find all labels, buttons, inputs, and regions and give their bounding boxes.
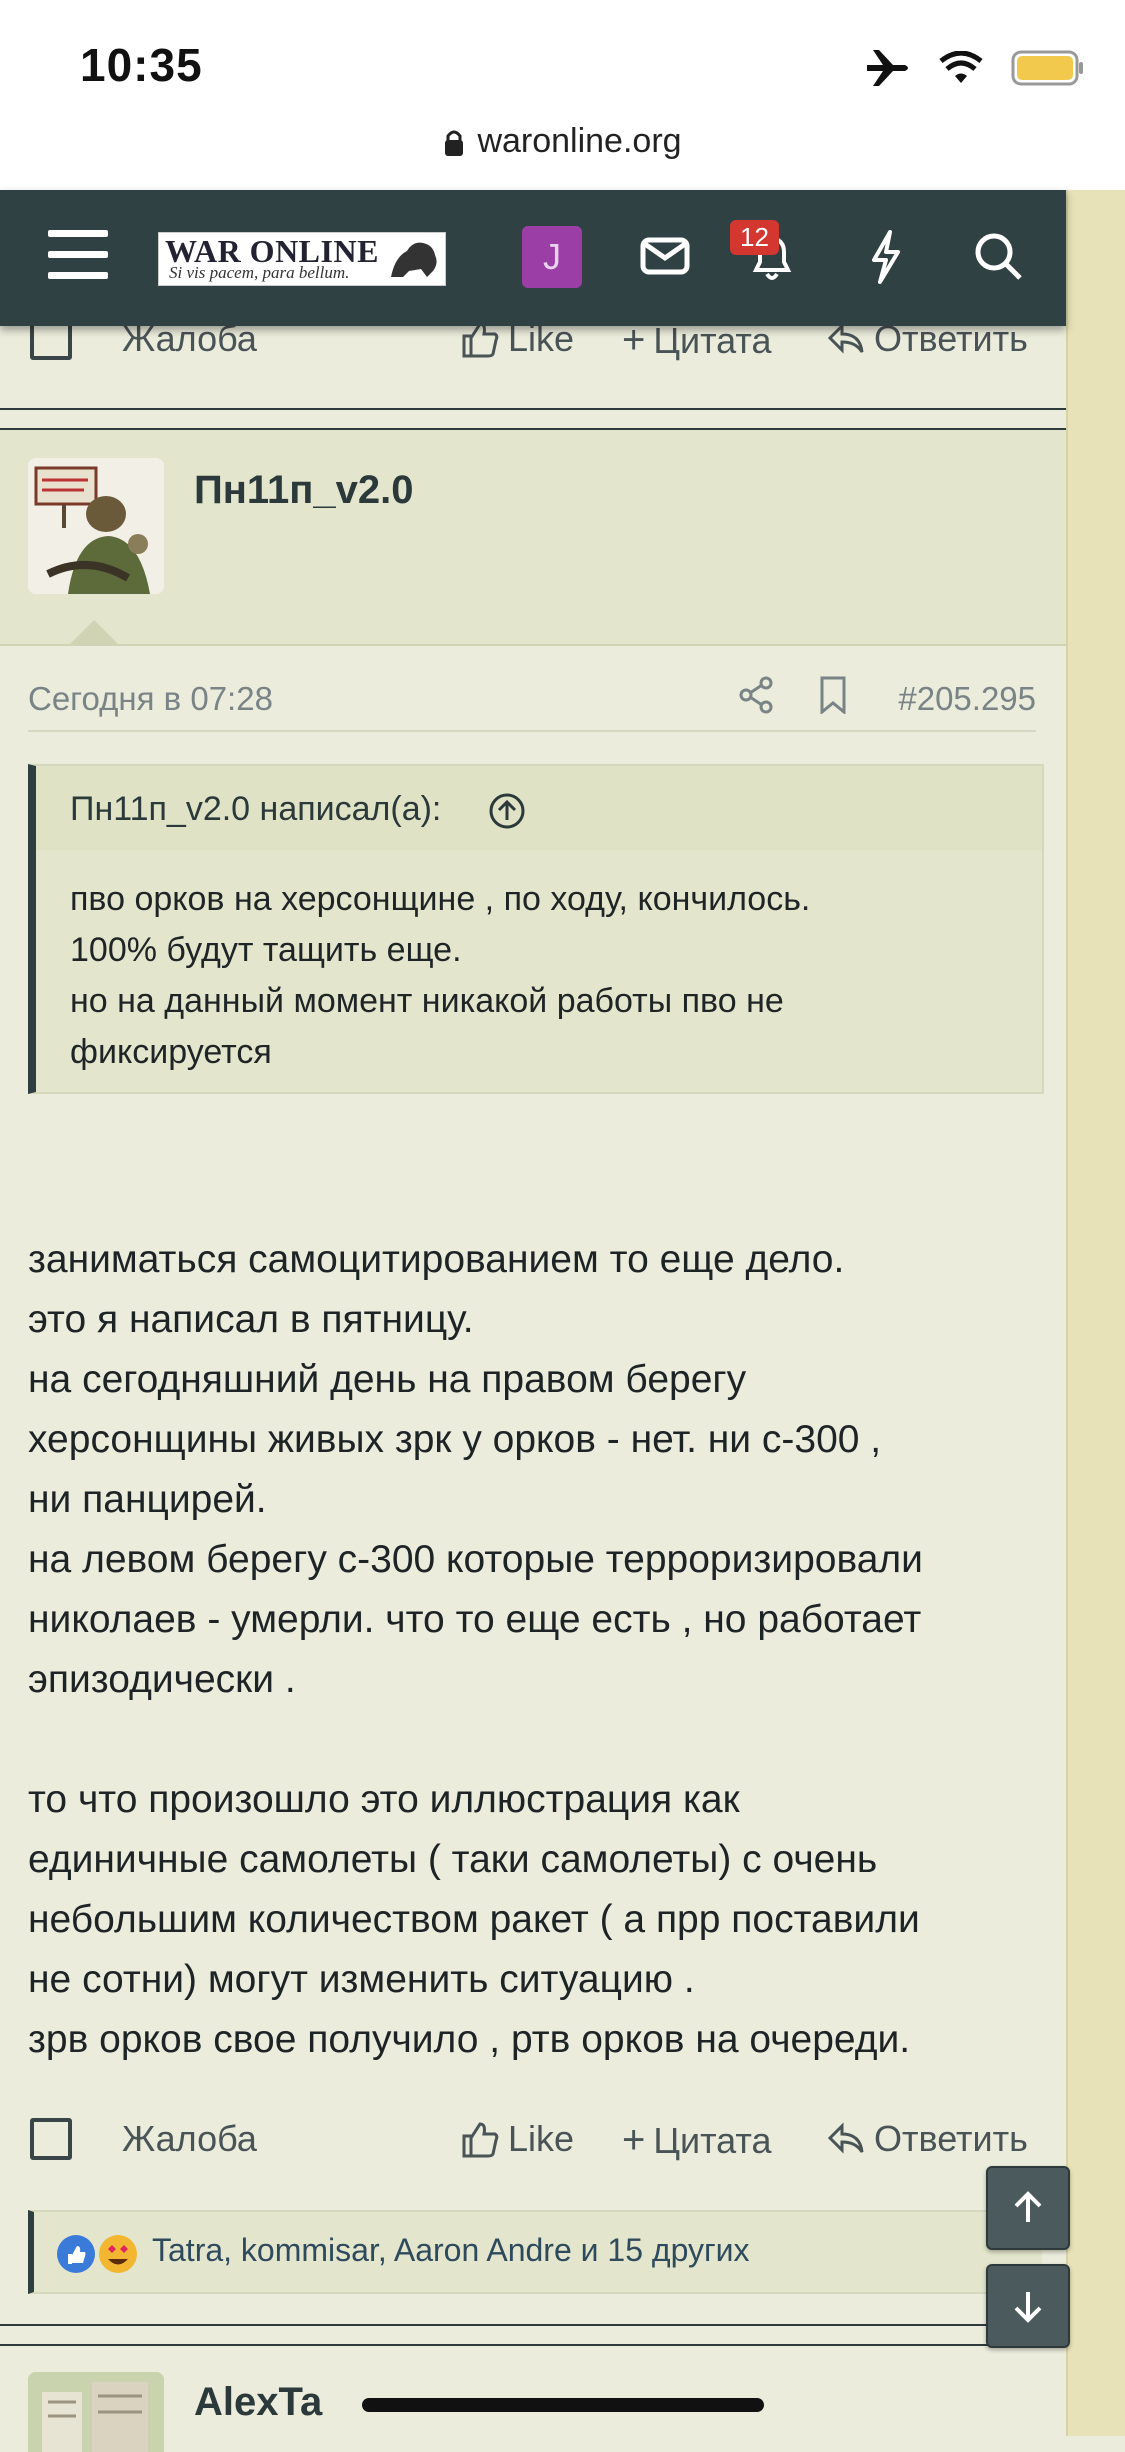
reactions-users[interactable]: Tatra, kommisar, Aaron Andre и 15 других [152,2232,750,2269]
search-icon[interactable] [972,230,1024,282]
quote-line: но на данный момент никакой работы пво н… [70,982,784,1020]
user-avatar-button[interactable]: J [522,226,582,288]
post-divider [0,2344,1066,2346]
jump-to-quote-icon[interactable] [488,792,526,830]
post-date[interactable]: Сегодня в 07:28 [28,680,273,718]
message-line: зрв орков свое получило , ртв орков на о… [28,2018,911,2061]
status-time: 10:35 [80,39,203,91]
post-number[interactable]: #205.295 [898,680,1036,718]
building-avatar-icon [28,2372,164,2452]
quote-line: фиксируется [70,1033,272,1071]
home-indicator[interactable] [362,2398,764,2412]
url-display[interactable]: waronline.org [0,122,1125,161]
wifi-icon [939,51,983,83]
post-username[interactable]: Пн11п_v2.0 [194,468,413,513]
message-line: не сотни) могут изменить ситуацию . [28,1958,695,2001]
post-message: заниматься самоцитированием то еще дело.… [28,1230,1048,2070]
reply-button[interactable]: Ответить [826,2118,1028,2160]
lightning-icon[interactable] [866,228,906,286]
reactions-bar[interactable]: Tatra, kommisar, Aaron Andre и 15 других [28,2210,1042,2294]
next-user-avatar[interactable] [28,2372,164,2452]
user-avatar[interactable] [28,458,164,594]
arrow-down-icon [1014,2292,1042,2323]
share-icon[interactable] [738,676,774,714]
message-line: единичные самолеты ( таки самолеты) с оч… [28,1838,878,1881]
message-line: херсонщины живых зрк у орков - нет. ни с… [28,1418,882,1461]
mail-icon[interactable] [640,234,690,278]
next-post-username[interactable]: AlexTa [194,2380,322,2425]
post-user-header: Пн11п_v2.0 [0,430,1066,646]
page-side-strip [1066,190,1125,2436]
message-line: николаев - умерли. что то еще есть , но … [28,1598,922,1641]
like-button[interactable]: Like [460,2118,574,2160]
user-arrow-decoration [70,620,118,644]
airplane-icon [867,50,908,86]
report-link[interactable]: Жалоба [122,2118,257,2160]
arrow-up-icon [1014,2191,1042,2222]
quote-body: пво орков на херсонщине , по ходу, кончи… [70,874,1000,1078]
battery-icon [1011,50,1083,86]
quote-block: Пн11п_v2.0 написал(а): пво орков на херс… [28,764,1044,1094]
thumbs-up-icon [462,2122,499,2158]
message-line: ни панцирей. [28,1478,267,1521]
post-divider [0,2324,1066,2326]
url-text: waronline.org [477,122,682,160]
post-divider [0,408,1066,410]
message-line: небольшим количеством ракет ( а прр пост… [28,1898,920,1941]
message-line: на сегодняшний день на правом берегу [28,1358,747,1401]
message-line [28,1710,1048,1770]
site-navbar: WAR ONLINE Si vis pacem, para bellum. J … [0,190,1066,326]
select-checkbox[interactable] [30,2118,72,2160]
quote-button[interactable]: + Цитата [622,2118,772,2163]
quote-line: 100% будут тащить еще. [70,931,462,969]
report-label: Жалоба [122,2118,257,2159]
reaction-icons [57,2235,137,2273]
message-line: то что произошло это иллюстрация как [28,1778,740,1821]
reply-icon [827,2122,864,2154]
reply-label: Ответить [874,2118,1028,2159]
menu-icon[interactable] [48,230,108,284]
quote-line: пво орков на херсонщине , по ходу, кончи… [70,880,811,918]
post-meta: Сегодня в 07:28 #205.295 [28,676,1036,732]
message-line: заниматься самоцитированием то еще дело. [28,1238,845,1281]
quote-header[interactable]: Пн11п_v2.0 написал(а): [36,766,1042,850]
soldier-avatar-icon [28,458,164,594]
reply-icon [827,322,864,354]
post-actions: Жалоба Like + Цитата Ответить [0,2118,1066,2178]
quote-label: Цитата [653,2119,772,2161]
message-line: эпизодически . [28,1658,296,1701]
lion-emblem-icon [391,242,437,277]
logo-tagline: Si vis pacem, para bellum. [169,263,350,282]
scroll-down-button[interactable] [986,2264,1070,2348]
prev-post-actions: Жалоба Like + Цитата Ответить [0,318,1066,378]
site-logo[interactable]: WAR ONLINE Si vis pacem, para bellum. [158,232,446,286]
quote-author[interactable]: Пн11п_v2.0 написал(а): [70,790,441,829]
message-line: на левом берегу с-300 которые терроризир… [28,1538,923,1581]
message-line: это я написал в пятницу. [28,1298,474,1341]
lock-icon [445,130,464,157]
notifications-badge: 12 [730,220,779,255]
address-bar[interactable]: waronline.org [0,110,1125,190]
bookmark-icon[interactable] [818,676,848,714]
scroll-up-button[interactable] [986,2166,1070,2250]
like-label: Like [508,2118,575,2159]
status-icons [865,48,1085,88]
